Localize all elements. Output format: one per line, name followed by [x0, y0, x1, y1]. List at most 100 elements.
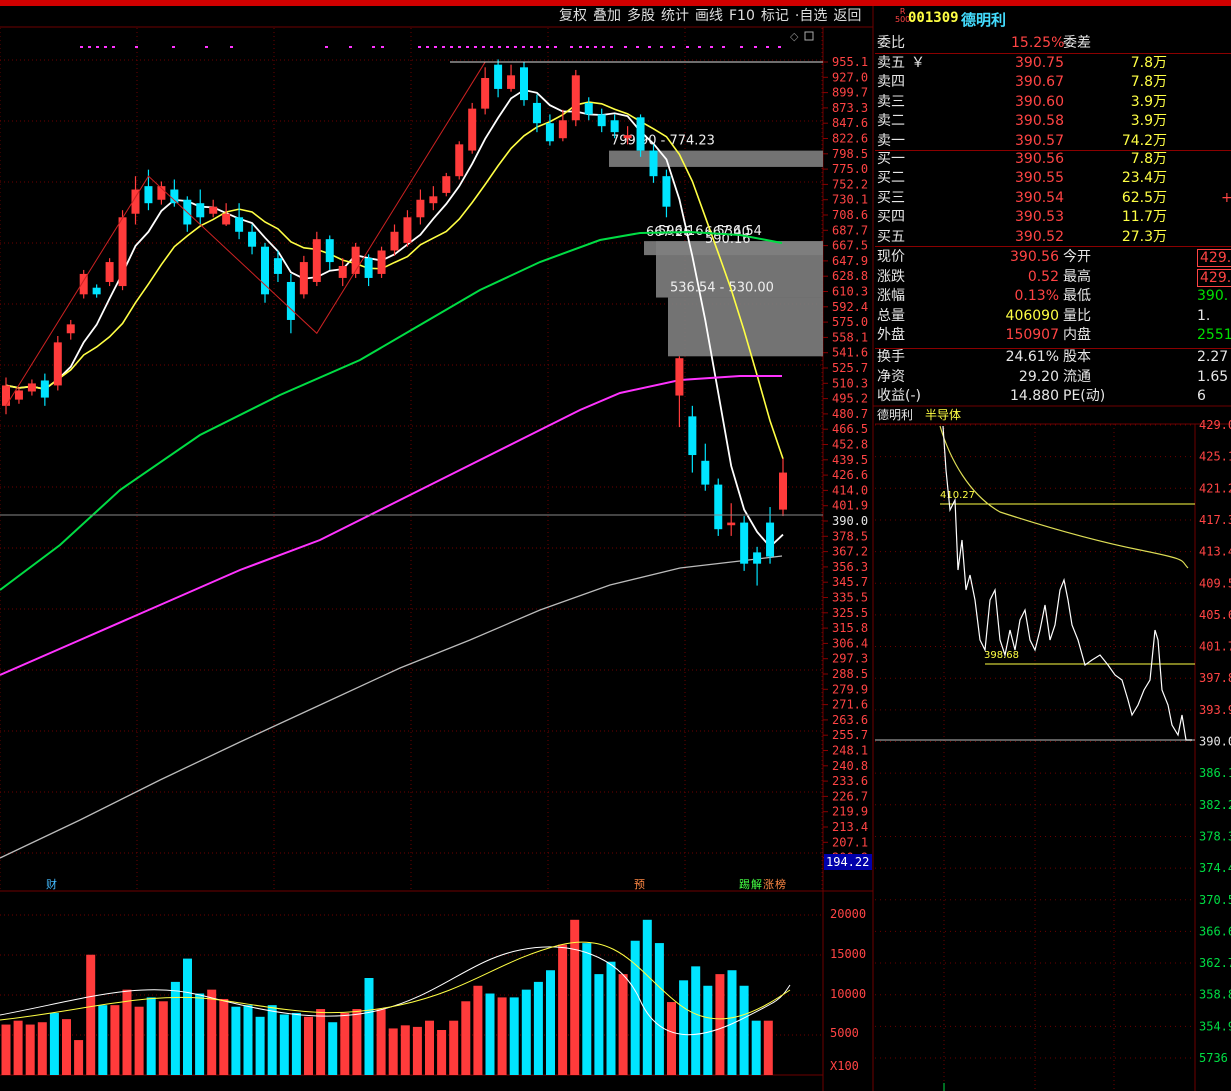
volume-bar[interactable]: [291, 1012, 301, 1075]
candle[interactable]: [377, 250, 386, 274]
candle[interactable]: [442, 176, 451, 193]
volume-bar[interactable]: [231, 1006, 241, 1075]
event-marker[interactable]: 踢: [739, 878, 750, 891]
stock-name[interactable]: 德明利: [961, 9, 1006, 30]
candle[interactable]: [545, 123, 554, 142]
candle[interactable]: [118, 217, 127, 287]
buy-price[interactable]: 390.56: [1015, 150, 1064, 169]
volume-bar[interactable]: [400, 1025, 410, 1075]
volume-bar[interactable]: [751, 1020, 761, 1075]
candle[interactable]: [170, 189, 179, 204]
toolbar-overlay[interactable]: 叠加: [590, 6, 624, 26]
volume-bar[interactable]: [255, 1016, 265, 1075]
volume-bar[interactable]: [340, 1012, 350, 1075]
candle[interactable]: [610, 120, 619, 133]
volume-bar[interactable]: [449, 1020, 459, 1075]
candle[interactable]: [558, 120, 567, 139]
candle[interactable]: [196, 203, 205, 218]
candle[interactable]: [649, 150, 658, 177]
sell-price[interactable]: 390.57: [1015, 132, 1064, 151]
toolbar-multi-stock[interactable]: 多股: [624, 6, 658, 26]
volume-bar[interactable]: [533, 981, 543, 1075]
candle[interactable]: [92, 287, 101, 295]
volume-bar[interactable]: [304, 1016, 313, 1075]
volume-bar[interactable]: [425, 1020, 434, 1075]
candle[interactable]: [222, 213, 231, 225]
volume-bar[interactable]: [243, 1005, 253, 1075]
volume-bar[interactable]: [86, 954, 96, 1075]
volume-bar[interactable]: [703, 985, 713, 1075]
candle[interactable]: [636, 117, 645, 151]
candle[interactable]: [312, 239, 321, 282]
candle[interactable]: [403, 217, 412, 243]
volume-bar[interactable]: [74, 1040, 84, 1075]
volume-bar[interactable]: [98, 1005, 108, 1075]
volume-bar[interactable]: [461, 1001, 471, 1075]
candle[interactable]: [235, 217, 244, 232]
candle[interactable]: [714, 484, 723, 530]
event-marker[interactable]: 解: [751, 877, 762, 891]
sell-price[interactable]: 390.60: [1015, 93, 1064, 112]
volume-bar[interactable]: [546, 970, 555, 1075]
event-marker[interactable]: 财: [46, 877, 57, 891]
candle[interactable]: [105, 262, 114, 282]
candle[interactable]: [416, 199, 425, 218]
candle[interactable]: [532, 102, 541, 124]
candle[interactable]: [727, 522, 736, 526]
candle[interactable]: [753, 552, 762, 564]
volume-bar[interactable]: [183, 958, 192, 1075]
volume-bar[interactable]: [739, 985, 749, 1075]
toolbar-mark[interactable]: 标记: [758, 6, 792, 26]
candle[interactable]: [364, 258, 373, 278]
candle[interactable]: [468, 108, 477, 151]
volume-bar[interactable]: [388, 1028, 398, 1075]
volume-bar[interactable]: [279, 1014, 289, 1075]
volume-bar[interactable]: [170, 981, 180, 1075]
volume-bar[interactable]: [473, 985, 483, 1075]
candle[interactable]: [40, 380, 49, 398]
event-marker[interactable]: 榜: [775, 877, 786, 891]
volume-bar[interactable]: [1, 1024, 11, 1075]
volume-bar[interactable]: [316, 1009, 326, 1075]
volume-bar[interactable]: [158, 1001, 168, 1075]
event-marker[interactable]: 预: [634, 878, 645, 891]
volume-bar[interactable]: [134, 1006, 144, 1075]
candle[interactable]: [66, 324, 75, 334]
volume-bar[interactable]: [219, 998, 229, 1075]
sell-price[interactable]: 390.58: [1015, 112, 1064, 131]
volume-bar[interactable]: [763, 1020, 773, 1075]
volume-bar[interactable]: [437, 1029, 447, 1075]
sell-price[interactable]: 390.75: [1015, 54, 1064, 73]
volume-bar[interactable]: [509, 997, 519, 1075]
volume-bar[interactable]: [364, 978, 374, 1075]
volume-bar[interactable]: [691, 966, 701, 1075]
toolbar-back[interactable]: 返回: [830, 6, 864, 26]
volume-bar[interactable]: [485, 993, 495, 1075]
candle[interactable]: [248, 231, 257, 247]
toolbar-statistics[interactable]: 统计: [658, 6, 692, 26]
candle[interactable]: [325, 239, 334, 263]
volume-bar[interactable]: [715, 974, 725, 1075]
volume-bar[interactable]: [13, 1020, 23, 1075]
volume-bar[interactable]: [679, 980, 689, 1075]
candle[interactable]: [338, 265, 347, 278]
candle[interactable]: [455, 144, 464, 177]
volume-bar[interactable]: [630, 940, 640, 1075]
candle[interactable]: [286, 281, 295, 320]
toolbar-restore-rights[interactable]: 复权: [556, 6, 590, 26]
candle[interactable]: [27, 383, 36, 392]
candle[interactable]: [299, 262, 308, 295]
buy-price[interactable]: 390.52: [1015, 228, 1064, 247]
candle[interactable]: [273, 258, 282, 274]
candle[interactable]: [2, 385, 10, 406]
candle[interactable]: [53, 342, 62, 386]
volume-bar[interactable]: [594, 974, 604, 1075]
candle[interactable]: [597, 114, 606, 127]
candle[interactable]: [571, 75, 580, 121]
volume-bar[interactable]: [267, 1005, 277, 1075]
candle[interactable]: [623, 135, 632, 139]
candle[interactable]: [779, 472, 787, 510]
candle[interactable]: [14, 390, 23, 400]
volume-bar[interactable]: [122, 989, 132, 1075]
candle[interactable]: [701, 460, 710, 485]
